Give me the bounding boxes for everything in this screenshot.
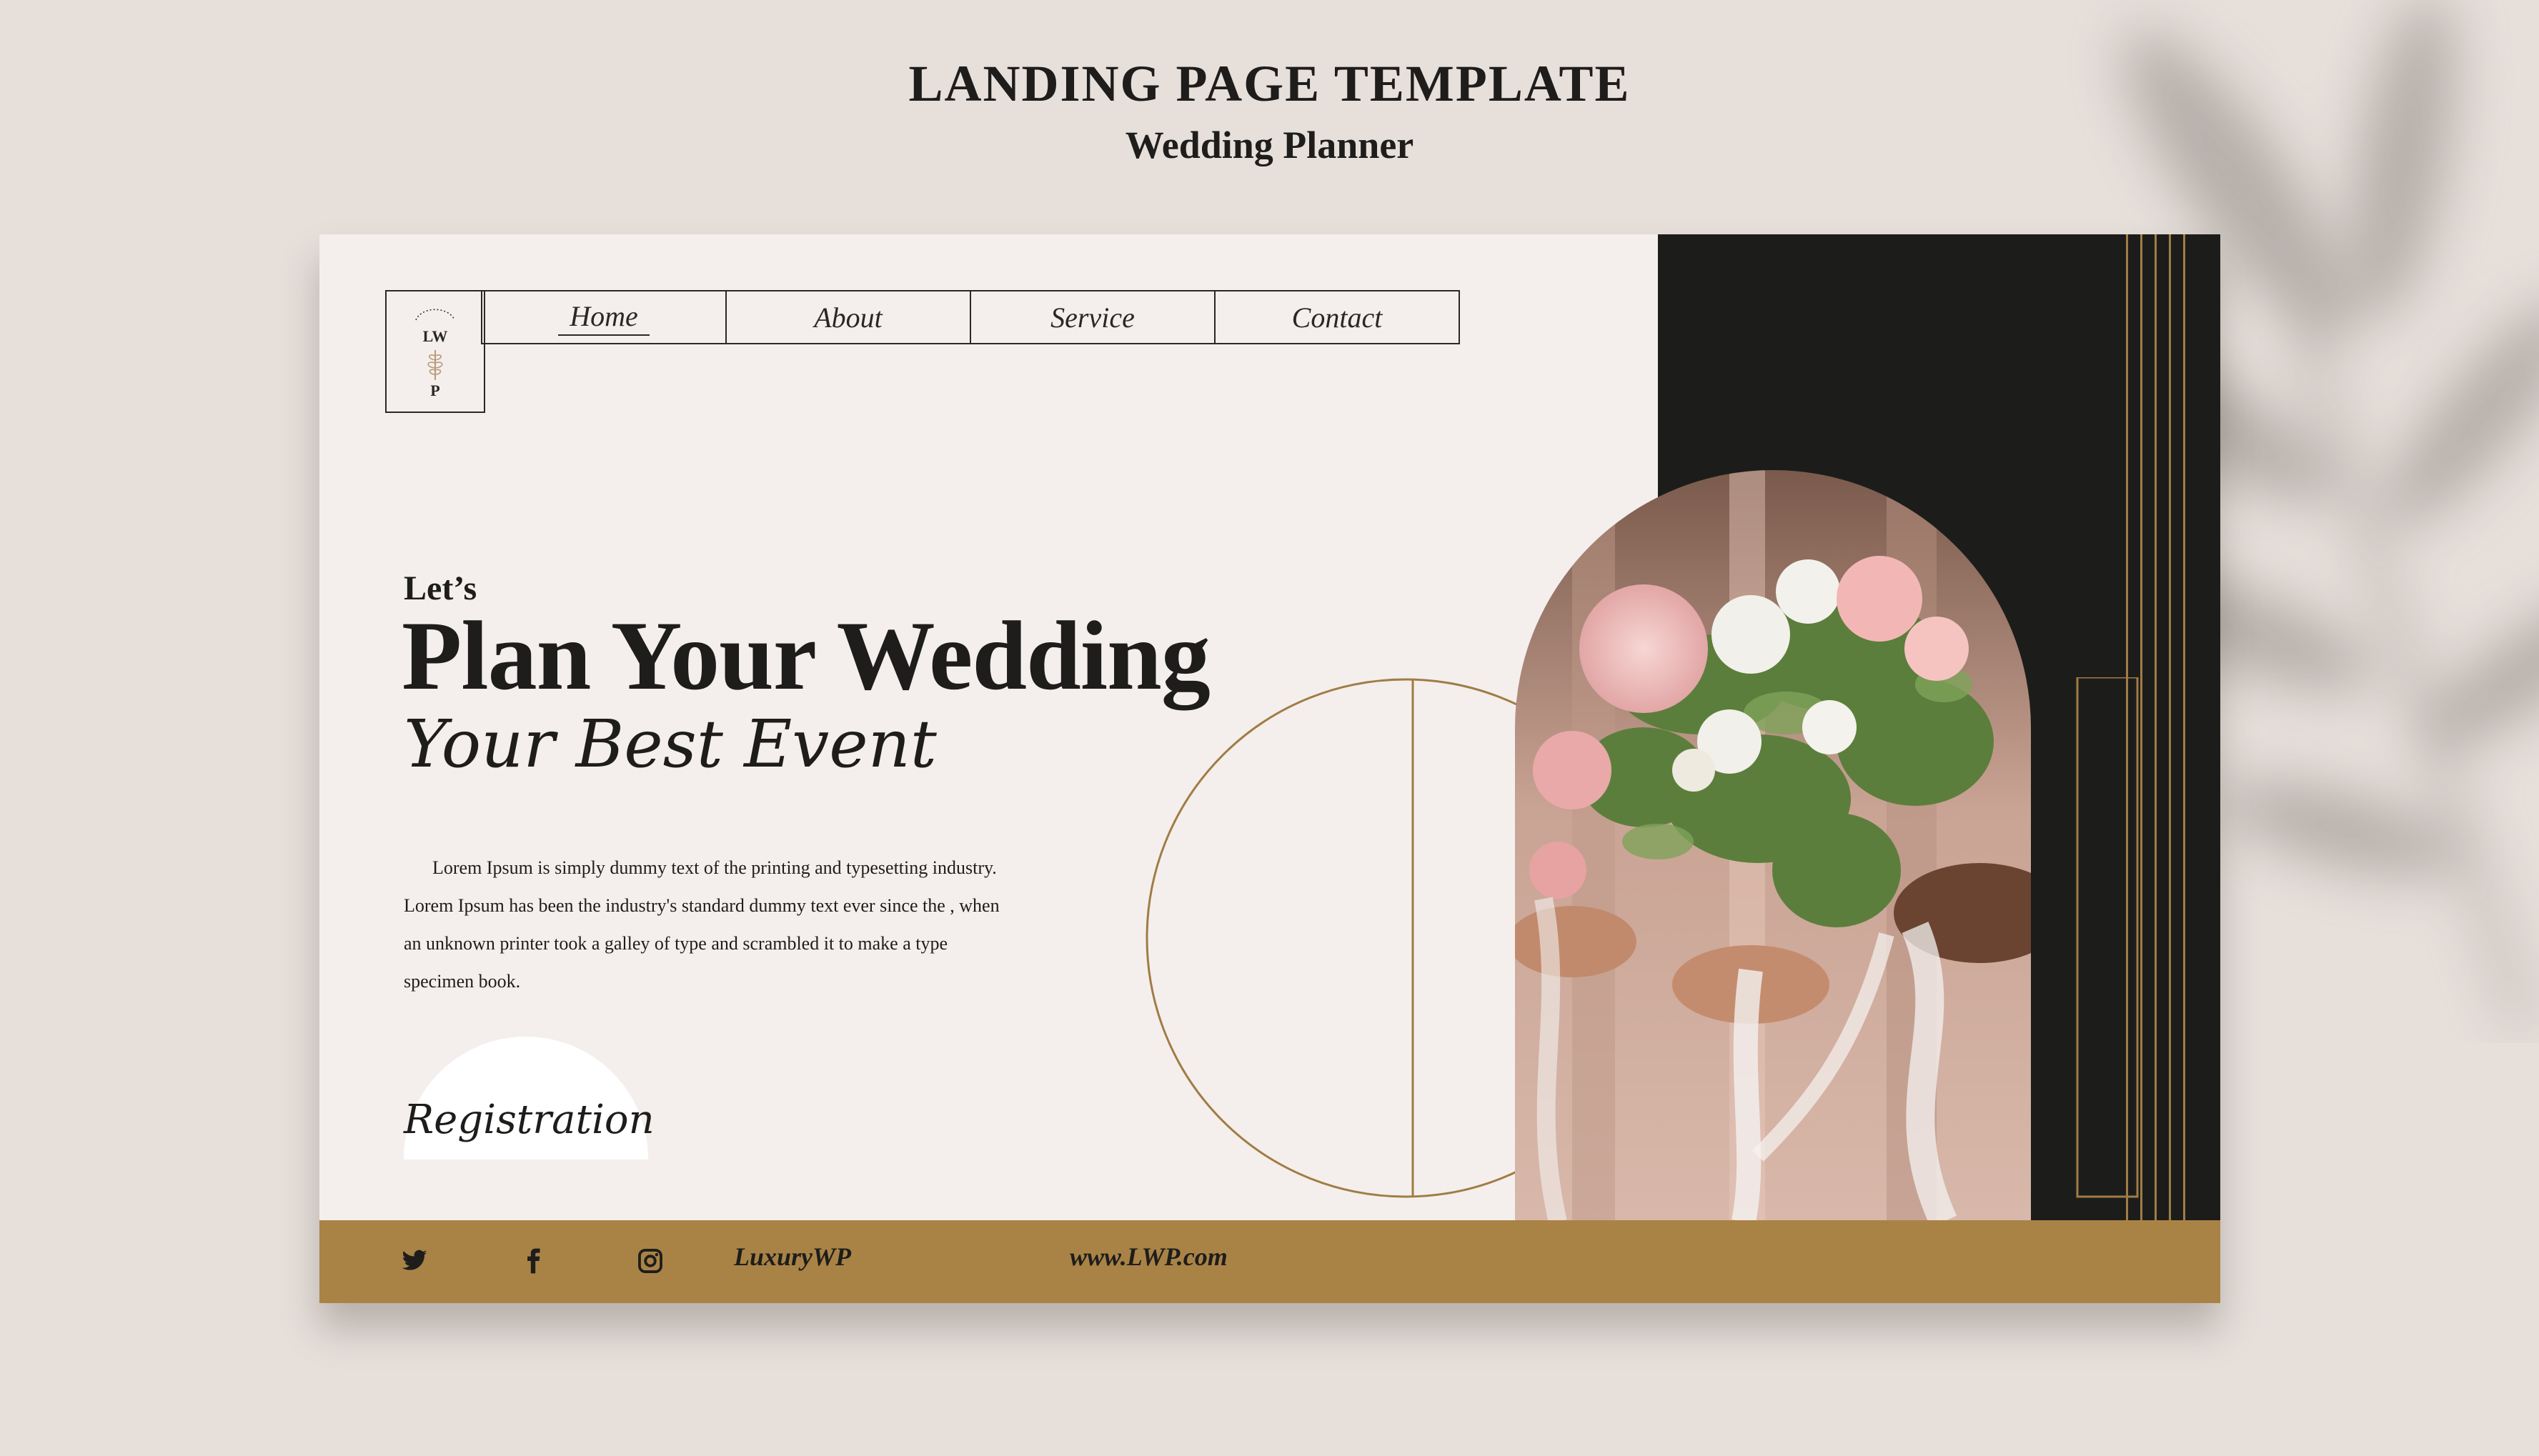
footer-brand: LuxuryWP <box>734 1242 852 1271</box>
twitter-icon[interactable] <box>401 1247 428 1275</box>
brand-logo[interactable]: LW P <box>385 290 485 413</box>
logo-letter: P <box>430 382 440 399</box>
footer-bar: LuxuryWP www.LWP.com <box>319 1220 2220 1303</box>
logo-arc-icon <box>415 309 455 321</box>
main-nav: Home About Service Contact <box>481 290 1460 344</box>
nav-item-contact[interactable]: Contact <box>1214 290 1460 344</box>
nav-label: Home <box>558 299 650 336</box>
nav-item-service[interactable]: Service <box>970 290 1216 344</box>
logo-initials: LW <box>422 327 448 345</box>
instagram-icon[interactable] <box>637 1247 664 1275</box>
nav-label: Contact <box>1291 301 1383 334</box>
nav-item-home[interactable]: Home <box>481 290 727 344</box>
hero-body-text: Lorem Ipsum is simply dummy text of the … <box>404 857 1000 992</box>
logo-leaf-icon <box>427 350 443 380</box>
page-subtitle: Wedding Planner <box>1125 124 1414 166</box>
landing-card: LW P Home About Service Contact Let’s Pl… <box>319 234 2220 1303</box>
bouquet-image <box>1515 470 2031 1222</box>
footer-website-link[interactable]: www.LWP.com <box>1070 1242 1228 1272</box>
page-title: LANDING PAGE TEMPLATE <box>908 55 1631 112</box>
nav-label: Service <box>1050 301 1135 334</box>
nav-label: About <box>814 301 883 334</box>
bridal-bouquet-photo <box>1515 470 2031 1222</box>
registration-label: Registration <box>404 1096 655 1143</box>
registration-button[interactable]: Registration <box>404 1037 655 1160</box>
hero-script-subtitle: Your Best Event <box>404 706 937 782</box>
hero-title: Plan Your Wedding <box>402 601 1211 710</box>
facebook-icon[interactable] <box>520 1247 547 1275</box>
nav-item-about[interactable]: About <box>725 290 971 344</box>
